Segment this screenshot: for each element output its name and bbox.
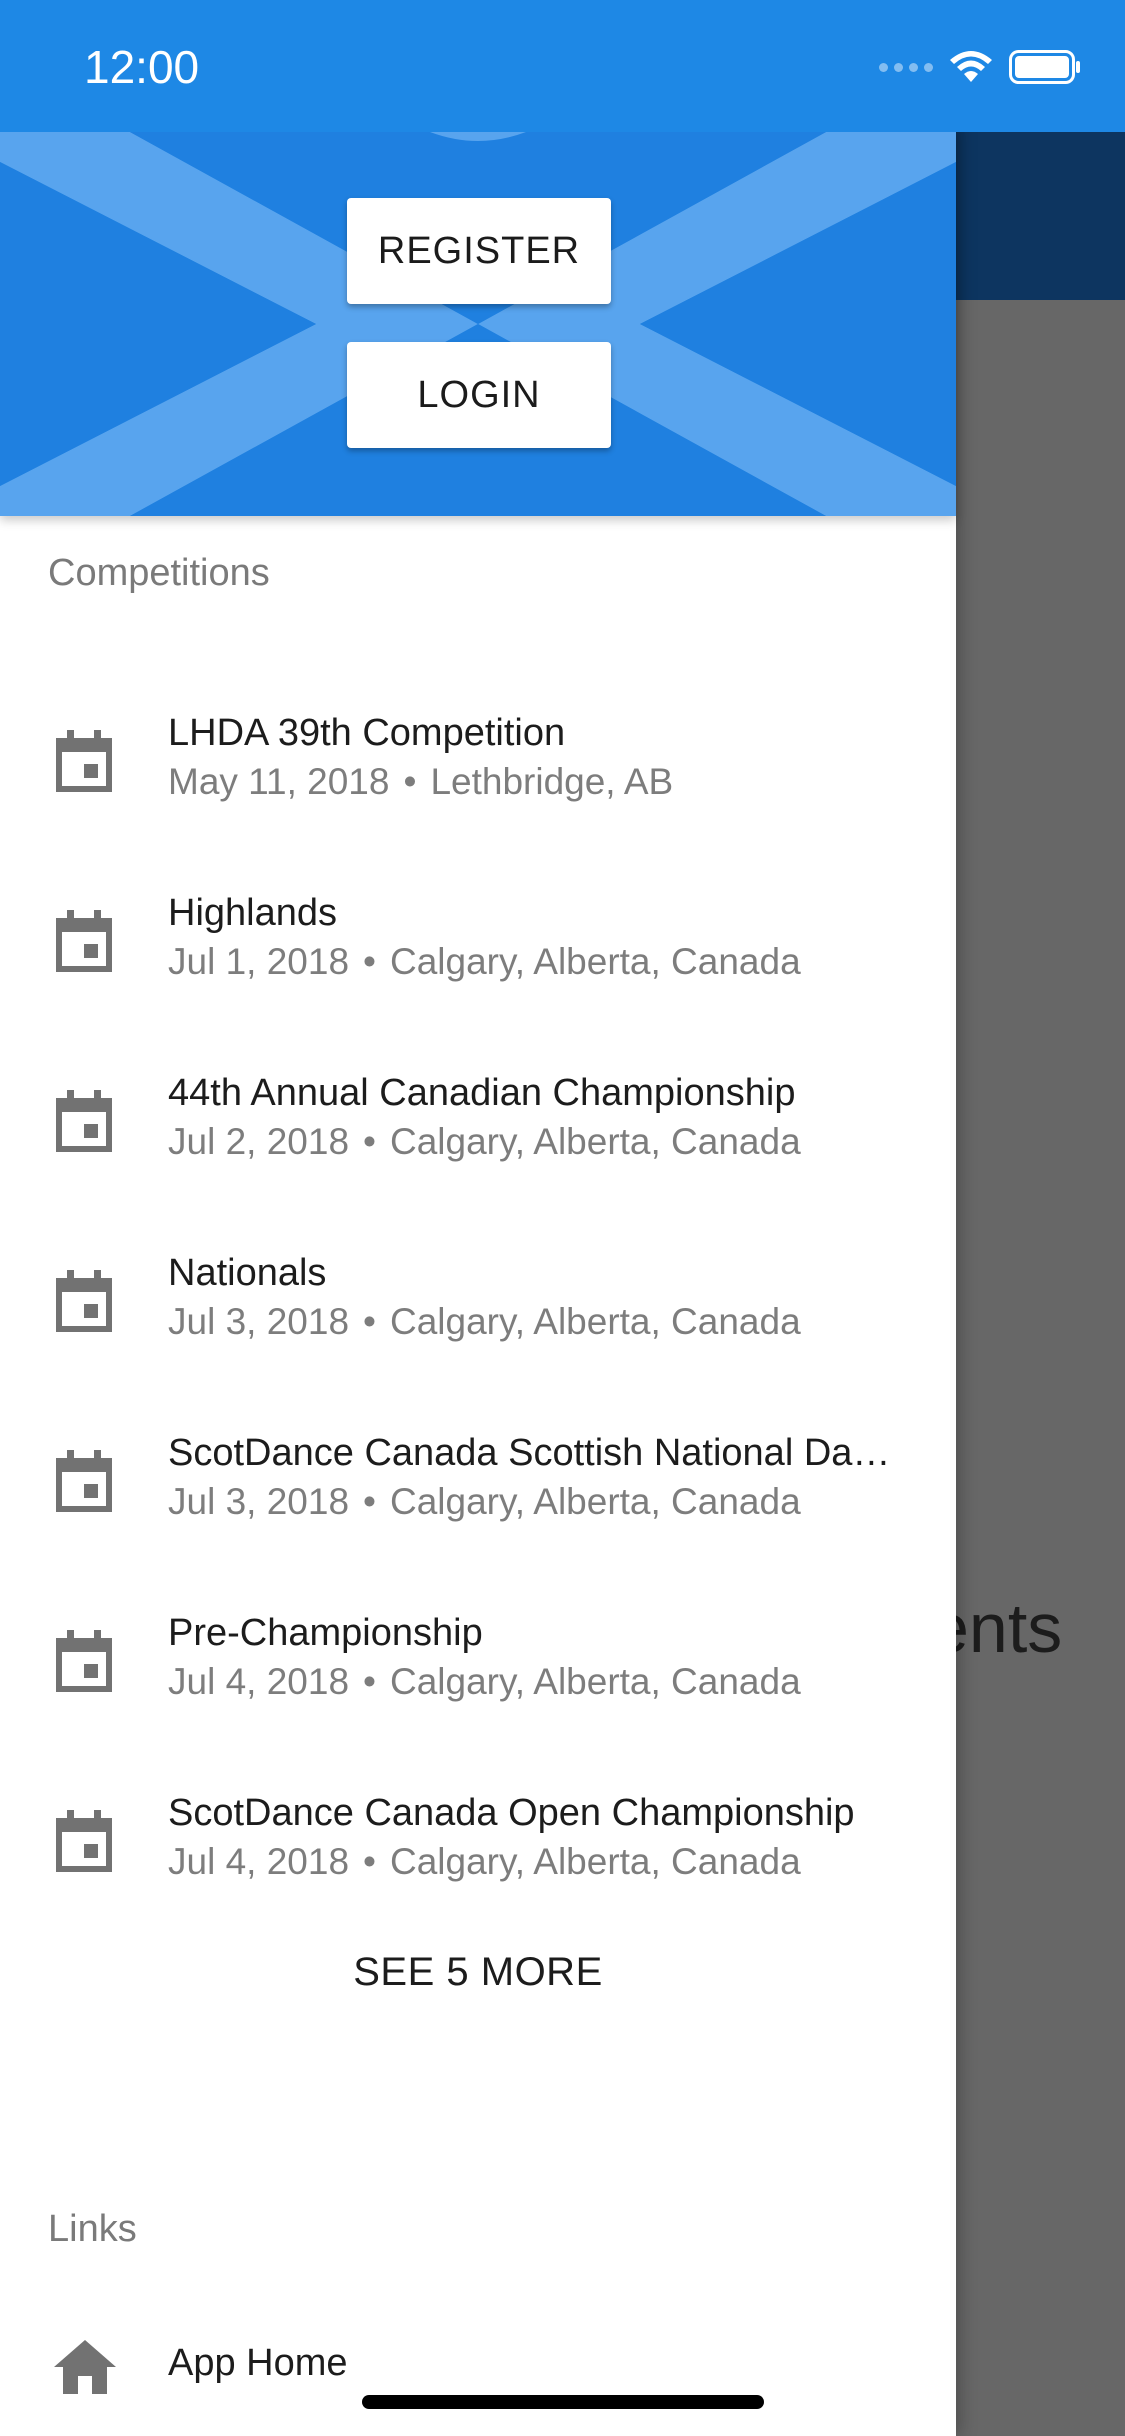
login-button[interactable]: LOGIN: [347, 342, 611, 448]
competition-item[interactable]: Nationals Jul 3, 2018 • Calgary, Alberta, …: [0, 1208, 956, 1388]
competition-item[interactable]: 44th Annual Canadian Championship Jul 2,…: [0, 1028, 956, 1208]
status-icons: [879, 50, 1081, 84]
competition-date: Jul 1, 2018: [168, 941, 350, 982]
separator-dot: •: [363, 1121, 376, 1162]
competition-date: May 11, 2018: [168, 761, 390, 802]
saltire-background-icon: [0, 132, 956, 516]
register-button[interactable]: REGISTER: [347, 198, 611, 304]
competition-location: Calgary, Alberta, Canada: [390, 1121, 801, 1162]
competition-details: Jul 3, 2018 • Calgary, Alberta, Canada: [168, 1301, 801, 1343]
status-bar: 12:00: [0, 0, 1125, 132]
background-app-bar: [956, 132, 1125, 300]
competition-item[interactable]: ScotDance Canada Scottish National Da… J…: [0, 1388, 956, 1568]
drawer-header: REGISTER LOGIN: [0, 132, 956, 516]
competition-date: Jul 4, 2018: [168, 1841, 350, 1882]
calendar-icon: [56, 1090, 112, 1152]
separator-dot: •: [363, 1661, 376, 1702]
competition-name: LHDA 39th Competition: [168, 712, 566, 754]
competition-name: ScotDance Canada Scottish National Da…: [168, 1432, 891, 1474]
home-icon: [54, 2340, 116, 2394]
competition-details: Jul 4, 2018 • Calgary, Alberta, Canada: [168, 1841, 801, 1883]
competition-details: Jul 3, 2018 • Calgary, Alberta, Canada: [168, 1481, 801, 1523]
competition-details: May 11, 2018 • Lethbridge, AB: [168, 761, 673, 803]
competition-location: Calgary, Alberta, Canada: [390, 1841, 801, 1882]
links-section-title: Links: [48, 2208, 137, 2250]
competition-name: ScotDance Canada Open Championship: [168, 1792, 855, 1834]
calendar-icon: [56, 730, 112, 792]
competition-details: Jul 1, 2018 • Calgary, Alberta, Canada: [168, 941, 801, 983]
calendar-icon: [56, 1810, 112, 1872]
calendar-icon: [56, 1630, 112, 1692]
competition-location: Calgary, Alberta, Canada: [390, 1301, 801, 1342]
separator-dot: •: [363, 1301, 376, 1342]
competition-item[interactable]: Pre-Championship Jul 4, 2018 • Calgary, Al…: [0, 1568, 956, 1748]
separator-dot: •: [363, 1841, 376, 1882]
competition-name: 44th Annual Canadian Championship: [168, 1072, 796, 1114]
cellular-signal-icon: [879, 62, 933, 72]
competition-details: Jul 4, 2018 • Calgary, Alberta, Canada: [168, 1661, 801, 1703]
competition-location: Calgary, Alberta, Canada: [390, 1481, 801, 1522]
competition-date: Jul 3, 2018: [168, 1301, 350, 1342]
competition-date: Jul 3, 2018: [168, 1481, 350, 1522]
navigation-drawer: REGISTER LOGIN Competitions LHDA 39th Co…: [0, 0, 956, 2436]
wifi-icon: [950, 51, 992, 82]
competition-location: Lethbridge, AB: [430, 761, 674, 802]
calendar-icon: [56, 1270, 112, 1332]
home-indicator[interactable]: [362, 2395, 764, 2409]
competition-name: Nationals: [168, 1252, 327, 1294]
separator-dot: •: [363, 1481, 376, 1522]
battery-icon: [1009, 50, 1080, 84]
competitions-section-title: Competitions: [48, 552, 270, 594]
competition-details: Jul 2, 2018 • Calgary, Alberta, Canada: [168, 1121, 801, 1163]
competition-location: Calgary, Alberta, Canada: [390, 1661, 801, 1702]
see-more-button[interactable]: SEE 5 MORE: [0, 1950, 956, 1995]
competition-name: Highlands: [168, 892, 337, 934]
competition-item[interactable]: ScotDance Canada Open Championship Jul 4…: [0, 1748, 956, 1928]
competition-item[interactable]: Highlands Jul 1, 2018 • Calgary, Alberta, …: [0, 848, 956, 1028]
competition-name: Pre-Championship: [168, 1612, 483, 1654]
calendar-icon: [56, 1450, 112, 1512]
link-label: App Home: [168, 2342, 348, 2384]
separator-dot: •: [403, 761, 417, 802]
calendar-icon: [56, 910, 112, 972]
status-time: 12:00: [84, 41, 200, 93]
competition-location: Calgary, Alberta, Canada: [390, 941, 801, 982]
competition-item[interactable]: LHDA 39th Competition May 11, 2018 • Lethb…: [0, 668, 956, 848]
separator-dot: •: [363, 941, 376, 982]
competition-date: Jul 2, 2018: [168, 1121, 350, 1162]
competition-date: Jul 4, 2018: [168, 1661, 350, 1702]
